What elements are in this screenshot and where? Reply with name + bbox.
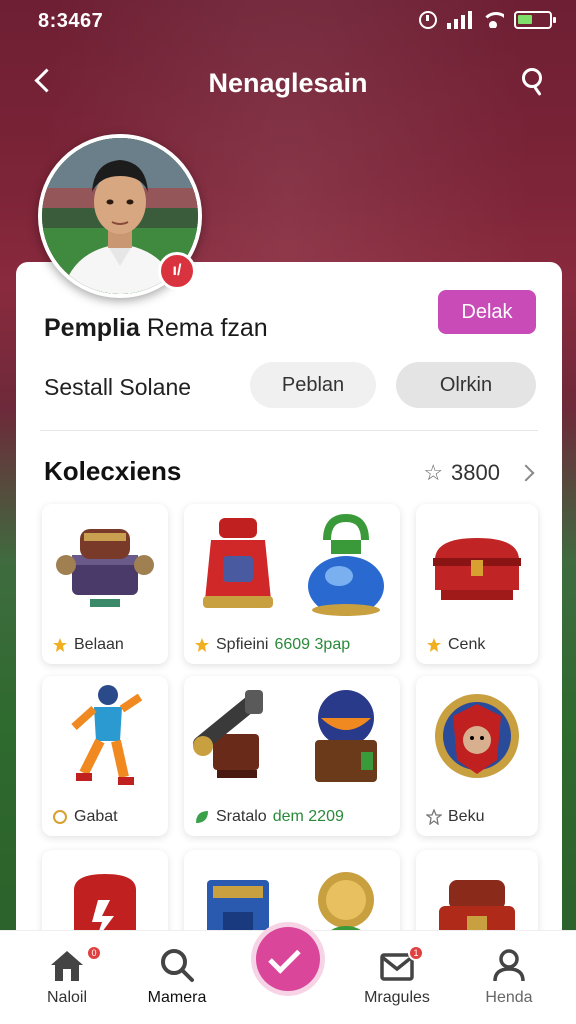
notification-badge: 0 — [86, 945, 102, 961]
tile-label: Cenk — [448, 636, 486, 653]
profile-name-first: Pemplia — [44, 314, 140, 342]
signal-icon — [447, 11, 472, 29]
collection-count-link[interactable]: ☆ 3800 — [423, 460, 535, 486]
tile-art — [42, 676, 168, 798]
nav-item-messages[interactable]: 1 Mragules — [352, 945, 442, 1007]
collection-tile[interactable]: Beku — [416, 676, 538, 836]
status-icons — [419, 11, 556, 29]
collection-tile[interactable]: Spfieini 6609 3pap — [184, 504, 400, 664]
tile-caption: Belaan — [52, 636, 124, 654]
collection-tile[interactable]: Cenk — [416, 504, 538, 664]
tile-art — [184, 504, 400, 626]
search-icon — [522, 68, 542, 88]
status-time: 8:3467 — [38, 10, 104, 32]
profile-name-rest: Rema fzan — [146, 314, 268, 342]
tile-caption: Beku — [426, 808, 484, 826]
nav-label: Mragules — [364, 989, 430, 1006]
nav-item-home[interactable]: 0 Naloil — [22, 945, 112, 1007]
tile-art — [184, 676, 400, 798]
filter-pill-2[interactable]: Olrkin — [396, 362, 536, 408]
follow-button[interactable]: Delak — [438, 290, 536, 334]
nav-label: Mamera — [147, 989, 207, 1006]
tile-label: Gabat — [74, 808, 118, 825]
nav-label: Henda — [485, 989, 533, 1006]
bottom-navigation: 0 Naloil Mamera 1 Mragules Henda — [0, 927, 576, 1024]
collection-tile[interactable]: Belaan — [42, 504, 168, 664]
badge-icon — [53, 810, 67, 824]
notification-badge: 1 — [408, 945, 424, 961]
star-outline-icon: ☆ — [423, 460, 444, 485]
tile-highlight: dem 2209 — [272, 808, 344, 825]
filter-pill-1[interactable]: Peblan — [250, 362, 376, 408]
tile-caption: Spfieini 6609 3pap — [194, 636, 350, 654]
wifi-icon — [482, 12, 504, 28]
collection-tile[interactable]: Sratalo dem 2209 — [184, 676, 400, 836]
tile-label: Beku — [448, 808, 485, 825]
alarm-icon — [419, 11, 437, 29]
star-outline-icon — [426, 809, 442, 825]
checkin-fab-button[interactable] — [256, 927, 320, 991]
collection-title: Kolecxiens — [44, 456, 182, 486]
collection-count: 3800 — [451, 460, 500, 485]
user-icon — [493, 949, 525, 982]
tile-art — [416, 676, 538, 798]
tile-art — [42, 504, 168, 626]
star-icon — [195, 638, 209, 652]
search-icon — [161, 949, 194, 982]
nav-label: Naloil — [46, 989, 87, 1006]
leaf-icon — [196, 811, 208, 823]
tile-caption: Sratalo dem 2209 — [194, 808, 344, 826]
battery-icon — [514, 11, 556, 29]
divider — [40, 430, 538, 431]
collection-tile[interactable]: Gabat — [42, 676, 168, 836]
star-icon — [427, 638, 441, 652]
gold-badge-icon — [53, 638, 67, 652]
tile-caption: Gabat — [52, 808, 118, 826]
tile-caption: Cenk — [426, 636, 485, 654]
profile-subtitle: Sestall Solane — [44, 374, 192, 400]
avatar-badge-icon: ı/ — [158, 252, 196, 290]
search-button[interactable] — [518, 66, 550, 98]
top-app-bar: Nenaglesain — [0, 52, 576, 112]
tile-label: Sratalo — [216, 808, 267, 825]
profile-card: Pemplia Rema fzan Delak Sestall Solane P… — [16, 262, 562, 970]
status-bar: 8:3467 — [0, 0, 576, 44]
nav-item-profile[interactable]: Henda — [464, 945, 554, 1007]
tile-art — [416, 504, 538, 626]
profile-avatar-container[interactable]: ı/ — [38, 134, 202, 298]
chevron-right-icon — [517, 464, 535, 482]
page-title: Nenaglesain — [208, 68, 368, 98]
tile-label: Spfieini — [216, 636, 269, 653]
nav-item-search[interactable]: Mamera — [132, 945, 222, 1007]
tile-label: Belaan — [74, 636, 124, 653]
home-icon — [51, 951, 83, 981]
tile-highlight: 6609 3pap — [274, 636, 351, 653]
profile-name: Pemplia Rema fzan — [44, 314, 268, 343]
